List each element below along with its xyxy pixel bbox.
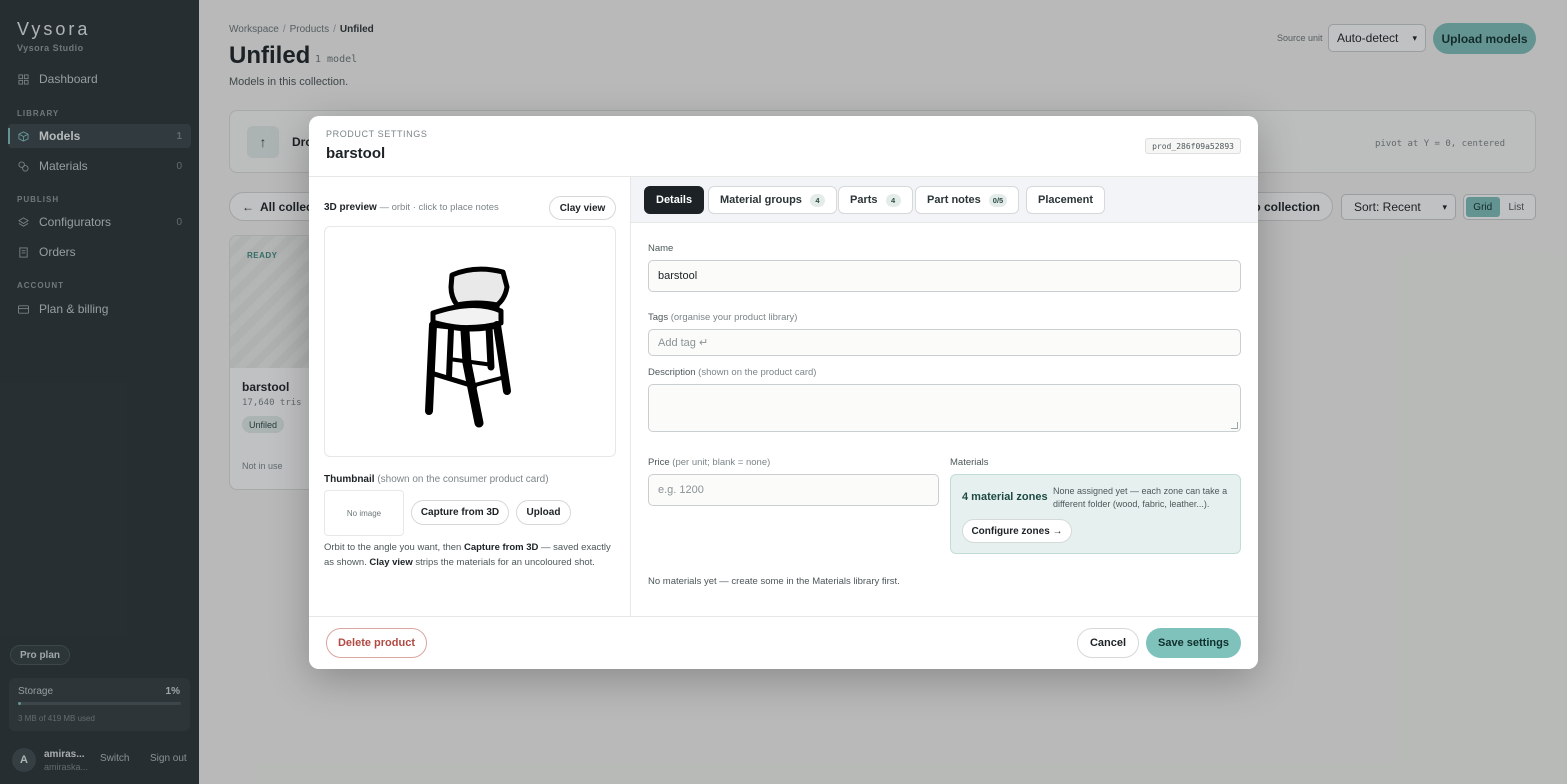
material-zones-panel: 4 material zones None assigned yet — eac… [950,474,1241,554]
save-settings-button[interactable]: Save settings [1146,628,1241,658]
price-hint: (per unit; blank = none) [669,457,771,468]
tab-parts[interactable]: Parts 4 [838,186,913,214]
material-zones-note: None assigned yet — each zone can take a… [1053,486,1228,509]
thumbnail-placeholder: No image [324,490,404,536]
delete-product-button[interactable]: Delete product [326,628,427,658]
thumbnail-label-text: Thumbnail [324,474,375,485]
tab-details[interactable]: Details [644,186,705,214]
preview-label-text: 3D preview [324,202,377,213]
tab-material-groups[interactable]: Material groups 4 [708,186,837,214]
capture-from-3d-button[interactable]: Capture from 3D [411,500,509,525]
materials-label: Materials [950,457,989,468]
tab-label: Placement [1038,194,1094,206]
modal-title: barstool [326,145,386,162]
clay-view-button[interactable]: Clay view [549,196,616,220]
no-materials-note: No materials yet — create some in the Ma… [648,576,900,587]
configure-zones-button[interactable]: Configure zones → [962,519,1072,543]
settings-tabs: Details Material groups 4 Parts 4 Part not… [631,177,1258,223]
tags-hint: (organise your product library) [668,312,798,323]
description-label-text: Description [648,367,696,378]
preview-column: 3D preview — orbit · click to place note… [309,177,631,616]
tab-label: Part notes [927,194,981,206]
preview-label: 3D preview — orbit · click to place note… [324,202,499,213]
modal-footer: Delete product Cancel Save settings [309,616,1258,669]
3d-preview-viewport[interactable] [324,226,616,457]
cancel-button[interactable]: Cancel [1077,628,1139,658]
product-settings-modal: PRODUCT SETTINGS barstool prod_286f09a52… [309,116,1258,669]
price-label: Price (per unit; blank = none) [648,457,770,468]
description-textarea[interactable] [648,384,1241,432]
help-text-emphasis: Capture from 3D [463,542,539,553]
help-text-part: strips the materials for an uncoloured s… [412,557,595,568]
tags-input[interactable]: Add tag ↵ [648,329,1241,356]
tab-label: Material groups [720,194,802,206]
modal-eyebrow: PRODUCT SETTINGS [326,129,428,139]
name-input[interactable]: barstool [648,260,1241,292]
tab-part-notes[interactable]: Part notes 0/5 [915,186,1020,214]
price-label-text: Price [648,457,670,468]
description-hint: (shown on the product card) [695,367,817,378]
tab-placement[interactable]: Placement [1026,186,1106,214]
thumbnail-hint: (shown on the consumer product card) [374,474,549,485]
help-text-emphasis: Clay view [369,557,413,568]
tab-label: Parts [850,194,878,206]
thumbnail-label: Thumbnail (shown on the consumer product… [324,474,549,485]
product-id-badge: prod_286f09a52893 [1145,138,1241,154]
settings-column: Details Material groups 4 Parts 4 Part not… [631,177,1258,616]
tags-label-text: Tags [648,312,669,323]
material-zones-count: 4 material zones [962,491,1048,503]
tab-count-badge: 4 [885,193,901,207]
help-text-part: Orbit to the angle you want, then [324,542,464,553]
thumbnail-help-text: Orbit to the angle you want, then Captur… [324,540,619,570]
tab-label: Details [656,194,693,206]
tab-count-badge: 0/5 [988,193,1008,207]
tab-count-badge: 4 [809,193,825,207]
preview-hint: — orbit · click to place notes [376,202,499,213]
name-label: Name [648,243,674,254]
description-label: Description (shown on the product card) [648,367,816,378]
price-input[interactable]: e.g. 1200 [648,474,939,506]
upload-thumbnail-button[interactable]: Upload [516,500,571,525]
tags-label: Tags (organise your product library) [648,312,797,323]
barstool-model [425,266,511,428]
